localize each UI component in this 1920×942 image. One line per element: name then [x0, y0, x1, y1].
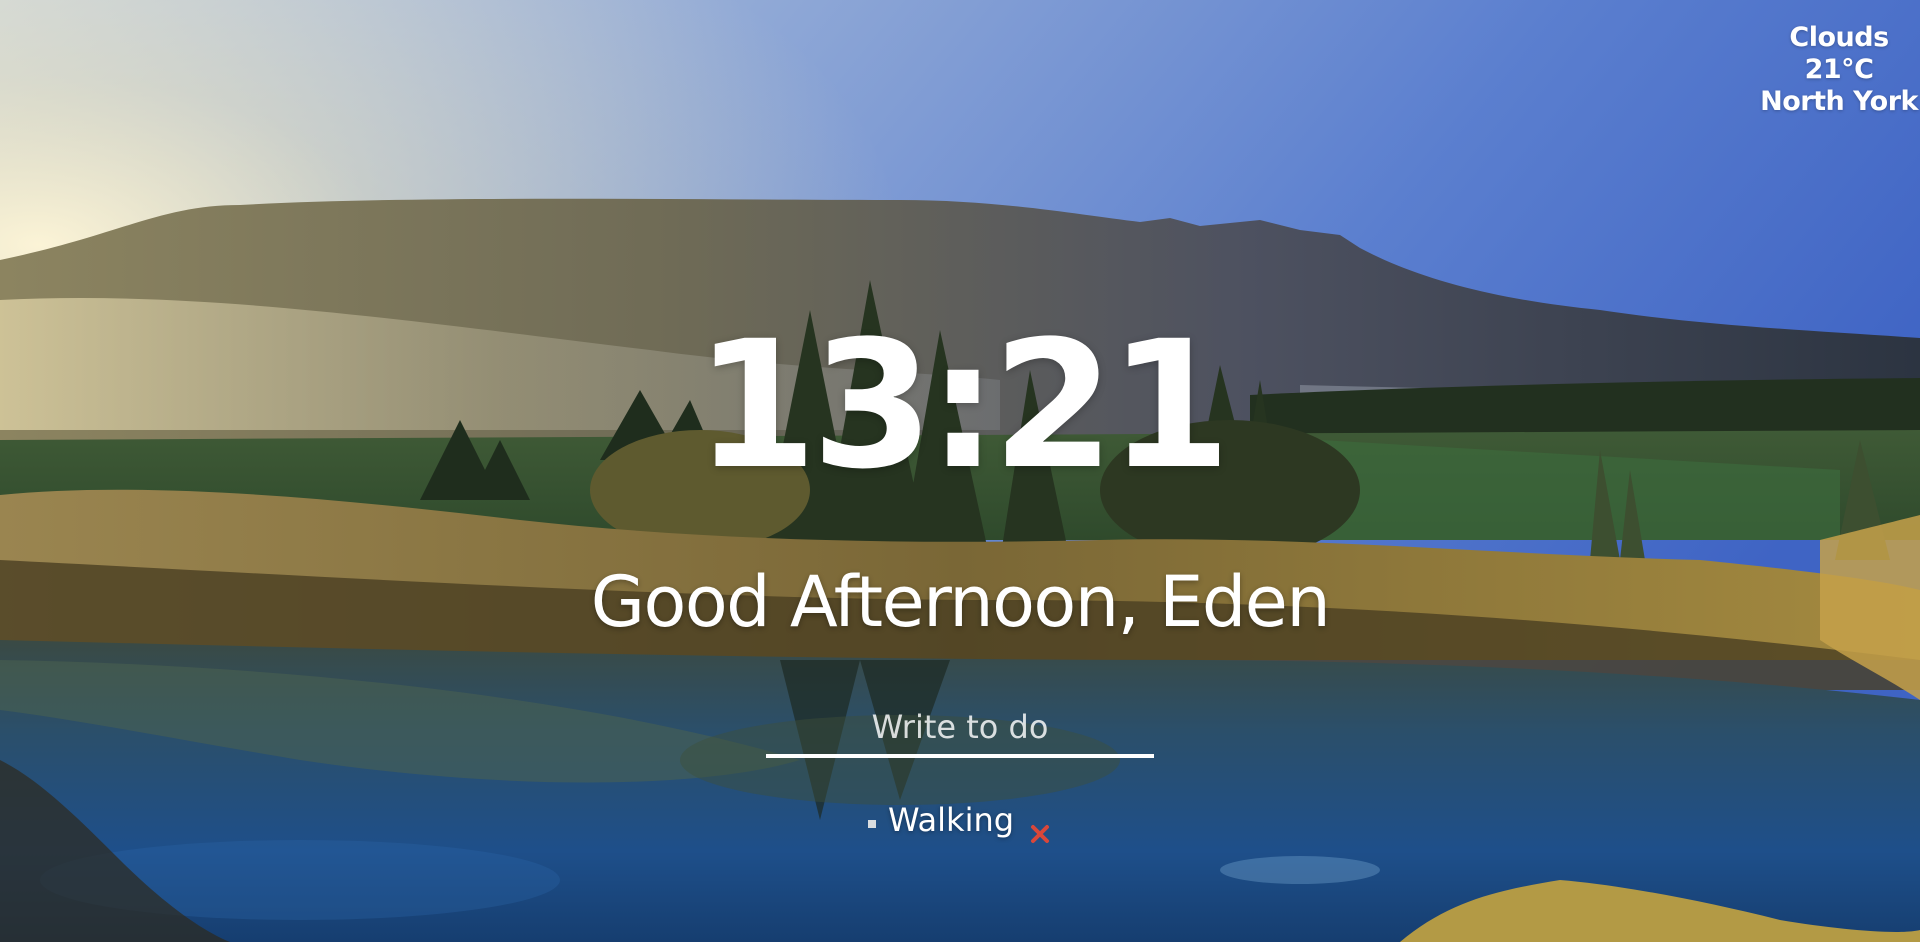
todo-input[interactable] — [766, 700, 1154, 758]
todo-item: Walking — [867, 796, 1052, 844]
close-icon[interactable] — [1028, 811, 1052, 843]
clock: 13:21 — [694, 303, 1231, 508]
weather-temperature: 21°C — [1804, 54, 1874, 85]
bullet-icon — [867, 820, 876, 828]
greeting: Good Afternoon, Eden — [590, 561, 1331, 643]
todo-item-label: Walking — [887, 801, 1015, 839]
weather-condition: Clouds — [1789, 22, 1889, 53]
new-tab-dashboard: Clouds 21°C North York 13:21 Good Aftern… — [0, 0, 1920, 942]
todo-form — [766, 700, 1154, 758]
weather-location: North York — [1760, 86, 1918, 117]
todo-list: Walking — [0, 796, 1920, 844]
weather-widget: Clouds 21°C North York — [1760, 22, 1918, 118]
